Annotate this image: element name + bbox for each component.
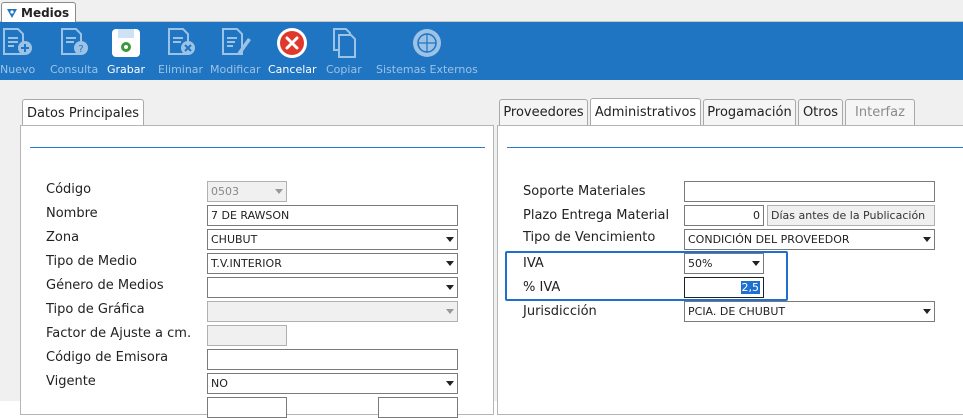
plazo-entrega-suffix: Días antes de la Publicación	[767, 205, 935, 226]
tab-otros-label: Otros	[802, 105, 839, 120]
iva-label: IVA	[523, 256, 544, 271]
document-tab-strip: Medios	[0, 0, 963, 22]
chevron-down-icon	[446, 309, 454, 314]
modificar-label: Modificar	[210, 63, 261, 76]
tab-proveedores[interactable]: Proveedores	[499, 99, 588, 125]
zona-select[interactable]: CHUBUT	[207, 229, 458, 250]
zona-label: Zona	[46, 230, 80, 245]
pct-iva-value: 2,5	[740, 281, 760, 294]
tipo-grafica-label: Tipo de Gráfica	[46, 302, 145, 317]
genero-medios-label: Género de Medios	[46, 278, 164, 293]
main-area: Datos Principales Código 0503 Nombre 7 D…	[0, 80, 963, 418]
jurisdiccion-value: PCIA. DE CHUBUT	[688, 305, 786, 318]
soporte-materiales-input[interactable]	[684, 181, 935, 202]
tab-progamacion[interactable]: Progamación	[703, 99, 796, 125]
new-document-icon	[2, 28, 32, 55]
chevron-down-icon	[275, 189, 283, 194]
soporte-materiales-label: Soporte Materiales	[523, 184, 646, 199]
tipo-medio-label: Tipo de Medio	[46, 254, 137, 269]
edit-document-icon	[222, 28, 252, 55]
codigo-emisora-input[interactable]	[207, 349, 458, 370]
codigo-emisora-label: Código de Emisora	[46, 350, 169, 365]
medios-app-icon	[7, 8, 17, 18]
chevron-down-icon	[446, 285, 454, 290]
right-panel-divider	[507, 147, 963, 148]
tipo-vencimiento-label: Tipo de Vencimiento	[523, 230, 656, 245]
copy-icon	[332, 28, 356, 58]
tipo-vencimiento-value: CONDICIÓN DEL PROVEEDOR	[688, 233, 850, 246]
grabar-label: Grabar	[107, 63, 146, 76]
tab-datos-principales[interactable]: Datos Principales	[22, 99, 144, 126]
delete-document-icon	[167, 28, 195, 55]
tipo-vencimiento-select[interactable]: CONDICIÓN DEL PROVEEDOR	[684, 229, 935, 250]
chevron-down-icon	[923, 309, 931, 314]
eliminar-label: Eliminar	[158, 63, 204, 76]
consulta-button[interactable]: ? Consulta	[50, 26, 98, 76]
left-panel-divider	[30, 147, 485, 148]
plazo-entrega-label: Plazo Entrega Material	[523, 208, 670, 223]
tab-interfaz-label: Interfaz	[855, 105, 905, 120]
vigente-select[interactable]: NO	[207, 373, 458, 394]
modificar-button[interactable]: Modificar	[210, 26, 261, 76]
plazo-entrega-value: 0	[753, 209, 760, 222]
sistemas-externos-button[interactable]: Sistemas Externos	[376, 26, 478, 76]
svg-text:?: ?	[78, 44, 83, 55]
medios-document-tab[interactable]: Medios	[1, 2, 77, 22]
tab-otros[interactable]: Otros	[798, 99, 843, 125]
plazo-entrega-input[interactable]: 0	[684, 205, 764, 226]
save-icon	[112, 29, 141, 57]
toolbar: Nuevo ? Consulta Grabar Eliminar Modific…	[0, 22, 963, 80]
vigente-value: NO	[211, 377, 228, 390]
pct-iva-label: % IVA	[523, 280, 561, 295]
nombre-label: Nombre	[46, 206, 98, 221]
cancelar-button[interactable]: Cancelar	[268, 26, 317, 76]
iva-select[interactable]: 50%	[684, 253, 764, 274]
tipo-medio-select[interactable]: T.V.INTERIOR	[207, 253, 458, 274]
nuevo-button[interactable]: Nuevo	[0, 26, 35, 76]
cancel-icon	[277, 28, 308, 58]
jurisdiccion-select[interactable]: PCIA. DE CHUBUT	[684, 301, 935, 322]
codigo-value: 0503	[211, 185, 239, 198]
iva-value: 50%	[688, 257, 713, 270]
tipo-medio-value: T.V.INTERIOR	[211, 257, 282, 270]
cancelar-label: Cancelar	[268, 63, 317, 76]
jurisdiccion-label: Jurisdicción	[523, 304, 597, 319]
pct-iva-input[interactable]: 2,5	[684, 277, 764, 298]
tab-administrativos-label: Administrativos	[594, 104, 697, 120]
document-tab-title: Medios	[21, 5, 70, 20]
tab-interfaz[interactable]: Interfaz	[845, 99, 915, 125]
partial-field-a[interactable]	[207, 397, 287, 418]
codigo-select: 0503	[207, 181, 287, 202]
external-systems-icon	[412, 29, 441, 57]
nombre-input[interactable]: 7 DE RAWSON	[207, 205, 458, 226]
grabar-button[interactable]: Grabar	[107, 26, 145, 76]
factor-ajuste-label: Factor de Ajuste a cm.	[46, 326, 192, 341]
nuevo-label: Nuevo	[0, 63, 36, 76]
plazo-entrega-suffix-text: Días antes de la Publicación	[771, 209, 926, 222]
chevron-down-icon	[923, 237, 931, 242]
codigo-label: Código	[46, 182, 92, 197]
eliminar-button[interactable]: Eliminar	[158, 26, 203, 76]
consulta-label: Consulta	[50, 63, 99, 76]
copiar-button[interactable]: Copiar	[326, 26, 362, 76]
sistemas-externos-label: Sistemas Externos	[376, 63, 478, 76]
chevron-down-icon	[446, 261, 454, 266]
factor-ajuste-input	[207, 325, 287, 346]
tab-administrativos[interactable]: Administrativos	[590, 98, 701, 125]
chevron-down-icon	[446, 381, 454, 386]
tab-progamacion-label: Progamación	[707, 105, 792, 120]
zona-value: CHUBUT	[211, 233, 258, 246]
query-document-icon: ?	[61, 28, 89, 55]
copiar-label: Copiar	[326, 63, 362, 76]
tipo-grafica-select	[207, 301, 458, 322]
tab-proveedores-label: Proveedores	[503, 105, 584, 120]
genero-medios-select[interactable]	[207, 277, 458, 298]
tab-datos-principales-label: Datos Principales	[26, 105, 140, 121]
chevron-down-icon	[752, 261, 760, 266]
nombre-value: 7 DE RAWSON	[211, 209, 290, 222]
partial-field-b[interactable]	[378, 397, 458, 418]
chevron-down-icon	[446, 237, 454, 242]
vigente-label: Vigente	[46, 374, 96, 389]
